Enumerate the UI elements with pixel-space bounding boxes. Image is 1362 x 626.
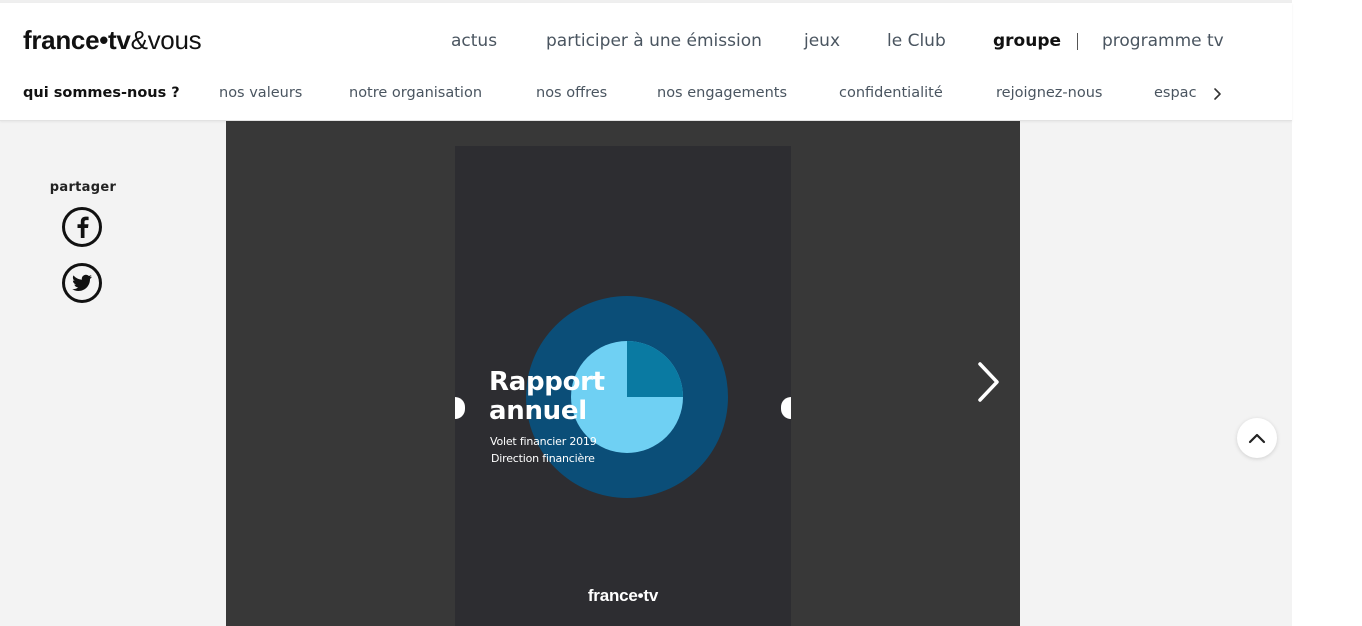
chevron-right-icon[interactable] [1210, 84, 1226, 104]
subnav-nos-valeurs[interactable]: nos valeurs [219, 85, 302, 101]
subnav-qui-sommes-nous[interactable]: qui sommes-nous ? [23, 85, 180, 101]
subnav-nos-engagements[interactable]: nos engagements [657, 85, 787, 101]
nav-separator [1077, 33, 1078, 50]
francetv-vous-logo[interactable]: france•tv&vous [23, 25, 202, 56]
share-panel: partager [40, 180, 130, 303]
facebook-icon[interactable] [61, 206, 103, 248]
subnav-nos-offres[interactable]: nos offres [536, 85, 607, 101]
site-header: france•tv&vous actus participer à une ém… [0, 3, 1292, 121]
cover-logo-text: france•tv [587, 586, 659, 605]
cover-title-line2: annuel [489, 396, 587, 426]
nav-jeux[interactable]: jeux [804, 31, 840, 51]
nav-actus[interactable]: actus [451, 31, 497, 51]
cover-subtitle-line2: Direction financière [491, 452, 595, 465]
chevron-right-icon [978, 362, 999, 402]
nav-le-club[interactable]: le Club [887, 31, 946, 51]
document-cover[interactable]: Rapport annuel Volet financier 2019 Dire… [455, 146, 791, 626]
subnav-rejoignez-nous[interactable]: rejoignez-nous [996, 85, 1102, 101]
logo-brand: france•tv [23, 25, 131, 55]
nav-programme-tv[interactable]: programme tv [1102, 31, 1224, 51]
twitter-icon[interactable] [61, 262, 103, 304]
nav-groupe[interactable]: groupe [993, 31, 1061, 51]
subnav-espace[interactable]: espac [1154, 85, 1197, 101]
cover-title-line1: Rapport [489, 367, 605, 397]
subnav-notre-organisation[interactable]: notre organisation [349, 85, 482, 101]
subnav-confidentialite[interactable]: confidentialité [839, 85, 943, 101]
nav-participer[interactable]: participer à une émission [546, 31, 762, 51]
next-page-button[interactable] [974, 358, 1004, 406]
cover-title: Rapport annuel [489, 368, 709, 426]
scroll-to-top-button[interactable] [1237, 418, 1277, 458]
page: france•tv&vous actus participer à une ém… [0, 0, 1292, 626]
share-label: partager [49, 180, 117, 195]
francetv-logo: france•tv [455, 586, 791, 606]
cover-subtitle-line1: Volet financier 2019 [490, 435, 597, 448]
logo-suffix: &vous [130, 25, 202, 55]
chevron-up-icon [1248, 433, 1266, 444]
document-viewer: Rapport annuel Volet financier 2019 Dire… [226, 121, 1020, 626]
